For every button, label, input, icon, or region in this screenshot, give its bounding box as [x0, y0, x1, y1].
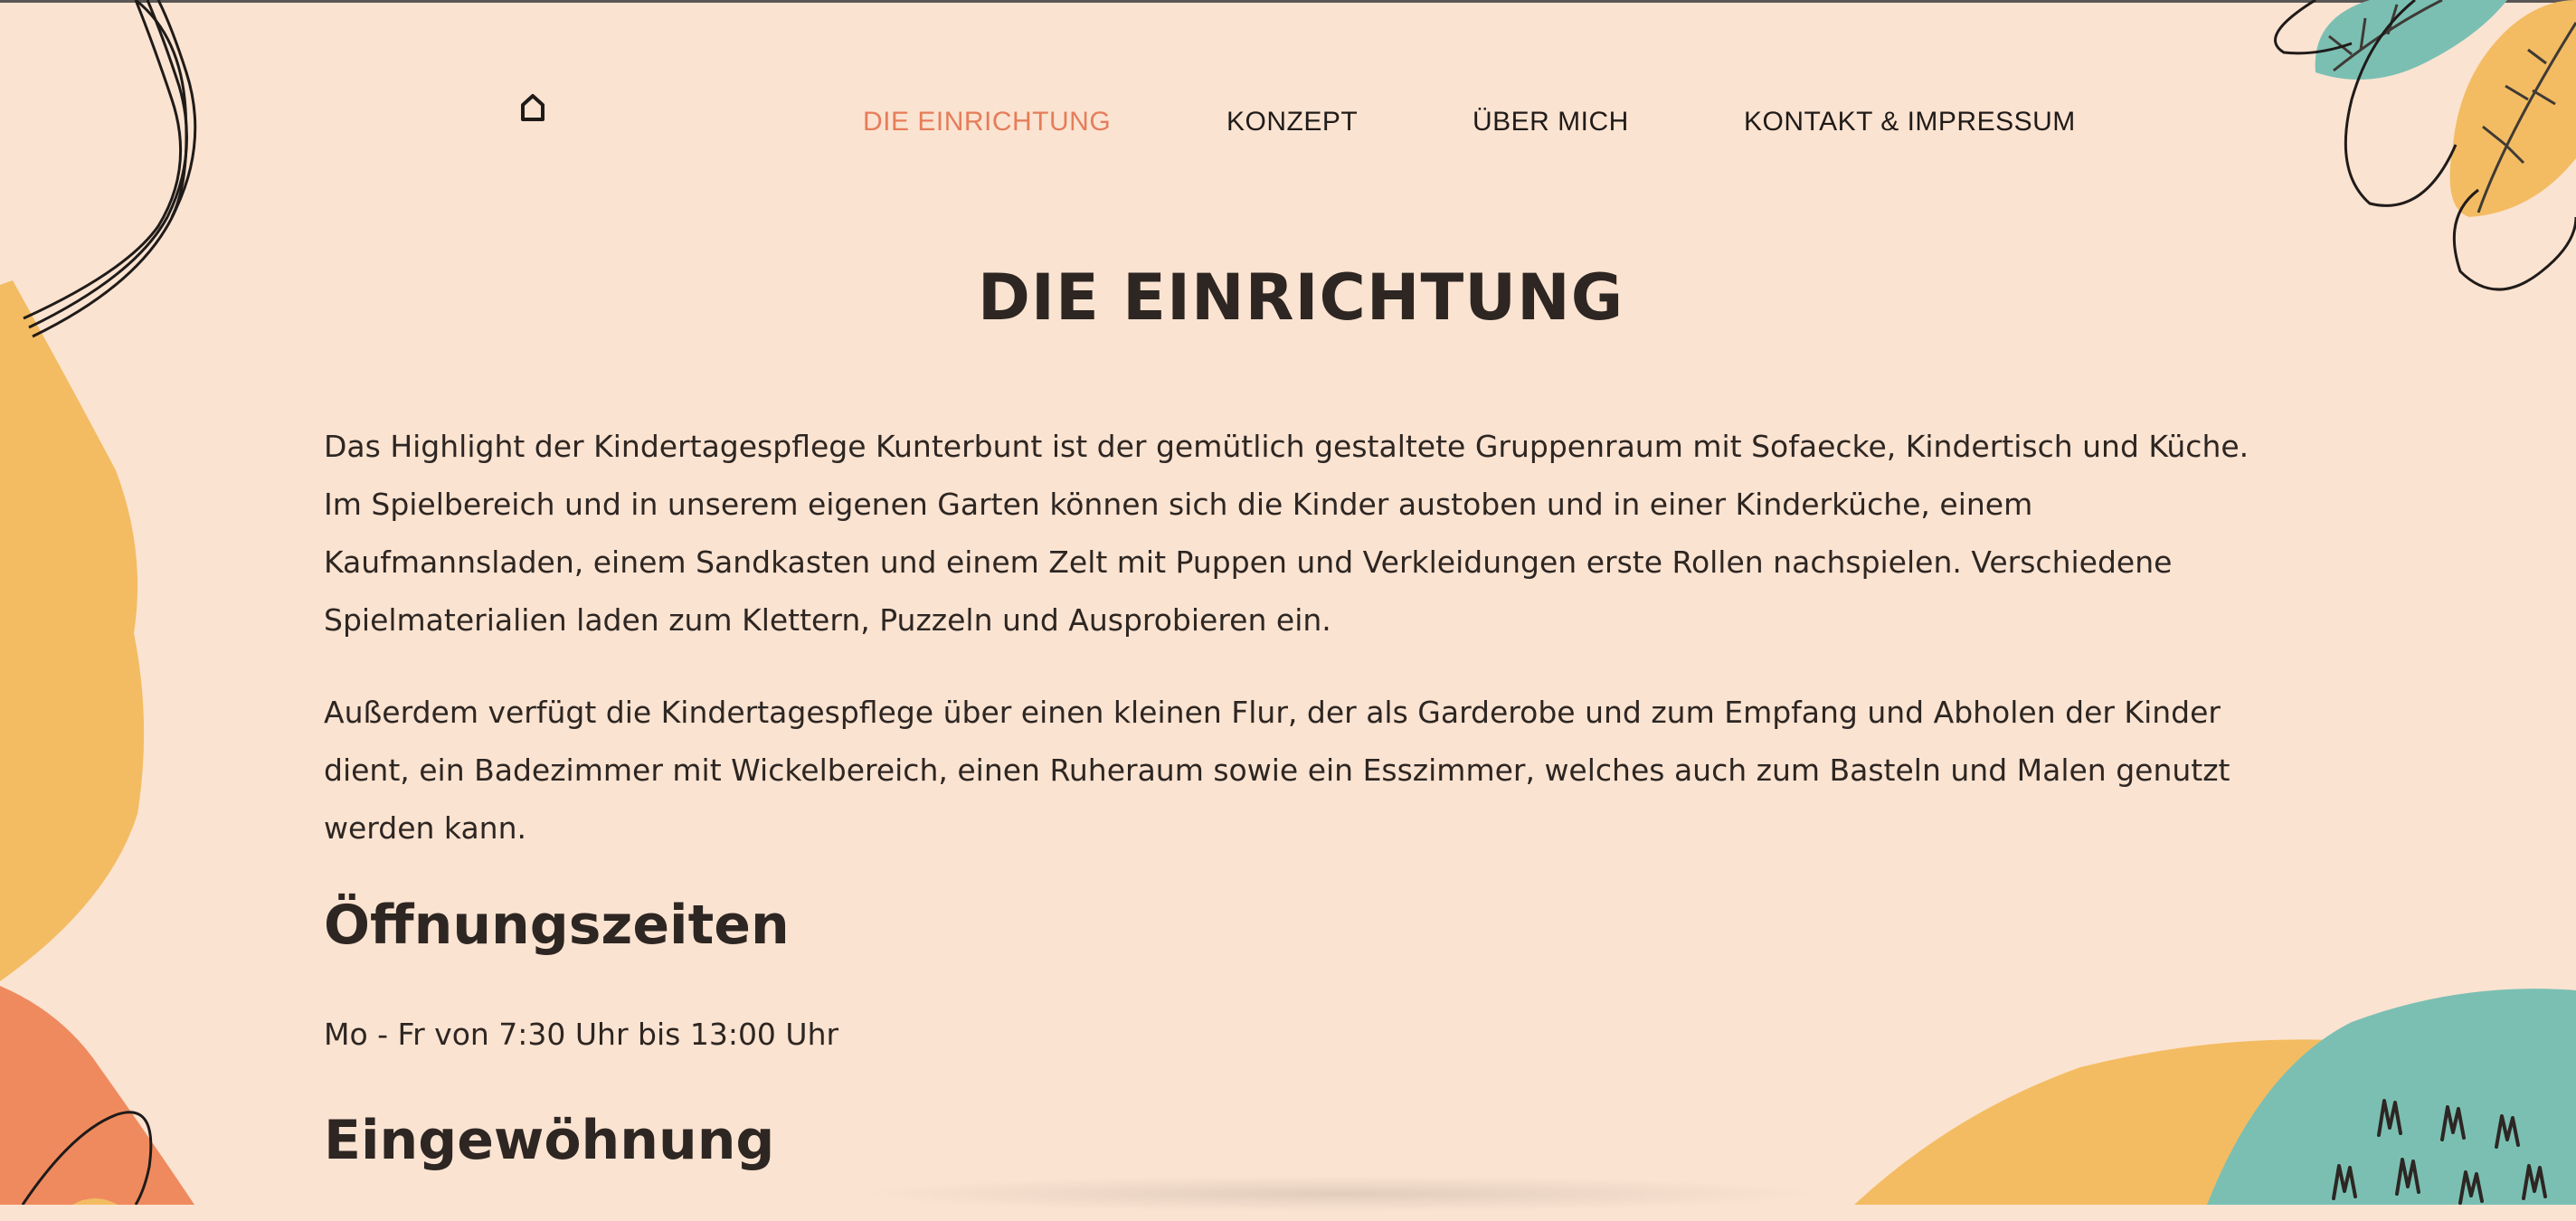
nav-item-kontakt-impressum[interactable]: KONTAKT & IMPRESSUM [1744, 107, 2076, 137]
teal-leaf-top-right [2315, 0, 2507, 80]
grass-doodles [2332, 1099, 2547, 1205]
orange-blob-shape [0, 986, 194, 1205]
opening-hours-heading: Öffnungszeiten [324, 894, 790, 957]
line-doodle-bottom-left [21, 1111, 153, 1205]
content-card-shadow [850, 1176, 1827, 1212]
intro-paragraph: Das Highlight der Kindertagespflege Kunt… [324, 429, 2249, 638]
page-title: DIE EINRICHTUNG [977, 260, 1624, 335]
main-navigation: DIE EINRICHTUNG KONZEPT ÜBER MICH KONTAK… [0, 107, 2576, 143]
yellow-dot-shape [72, 1198, 118, 1205]
facilities-paragraph: Außerdem verfügt die Kindertagespflege ü… [324, 695, 2230, 846]
yellow-leaf-left-shape [0, 280, 145, 981]
opening-hours-text: Mo - Fr von 7:30 Uhr bis 13:00 Uhr [324, 1017, 839, 1052]
nav-item-konzept[interactable]: KONZEPT [1226, 107, 1358, 137]
settling-in-heading: Eingewöhnung [324, 1109, 775, 1172]
nav-item-ueber-mich[interactable]: ÜBER MICH [1473, 107, 1629, 137]
top-border [0, 0, 2576, 3]
line-doodle-top-right [2344, 0, 2458, 207]
nav-item-die-einrichtung[interactable]: DIE EINRICHTUNG [863, 107, 1111, 137]
main-content: Das Highlight der Kindertagespflege Kunt… [324, 418, 2278, 1221]
